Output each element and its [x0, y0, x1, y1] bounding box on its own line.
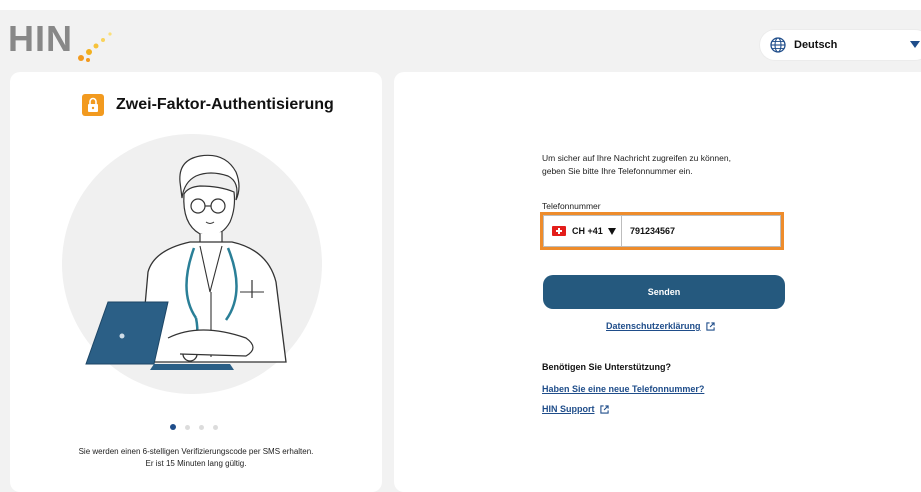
external-link-icon: [599, 404, 609, 414]
logo-text: HIN: [8, 18, 73, 59]
swiss-flag-icon: [552, 226, 566, 236]
external-link-icon: [705, 321, 715, 331]
privacy-link-label: Datenschutzerklärung: [606, 321, 701, 331]
panel-title: Zwei-Faktor-Authentisierung: [116, 96, 334, 113]
info-panel: Zwei-Faktor-Authentisierung Sie werden e…: [10, 72, 382, 492]
privacy-policy-link[interactable]: Datenschutzerklärung: [606, 321, 715, 331]
chevron-down-icon: [910, 41, 920, 48]
carousel-dots: [170, 424, 218, 430]
logo-marks-icon: [78, 32, 112, 62]
new-phone-number-link[interactable]: Haben Sie eine neue Telefonnummer?: [542, 384, 704, 394]
intro-line-1: Um sicher auf Ihre Nachricht zugreifen z…: [542, 153, 731, 163]
globe-icon: [770, 37, 786, 53]
sms-info-caption: Sie werden einen 6-stelligen Verifizieru…: [10, 446, 382, 470]
phone-number-input[interactable]: [630, 226, 770, 236]
carousel-dot-1[interactable]: [170, 424, 176, 430]
caption-line-2: Er ist 15 Minuten lang gültig.: [145, 459, 247, 468]
top-strip-cut: [300, 0, 560, 6]
hin-support-link[interactable]: HIN Support: [542, 404, 609, 414]
carousel-dot-4[interactable]: [213, 424, 218, 430]
intro-text: Um sicher auf Ihre Nachricht zugreifen z…: [542, 152, 802, 178]
top-strip: [0, 0, 921, 10]
intro-line-2: geben Sie bitte Ihre Telefonnummer ein.: [542, 166, 693, 176]
phone-form-panel: Um sicher auf Ihre Nachricht zugreifen z…: [394, 72, 921, 492]
language-selector[interactable]: Deutsch: [760, 30, 921, 60]
language-label: Deutsch: [794, 39, 838, 51]
phone-field: CH +41: [543, 215, 781, 247]
country-code-select[interactable]: CH +41: [544, 216, 622, 246]
hin-logo[interactable]: HIN: [8, 18, 148, 62]
support-link-label: HIN Support: [542, 404, 595, 414]
chevron-down-icon: [607, 227, 616, 235]
carousel-dot-2[interactable]: [185, 424, 190, 430]
send-button[interactable]: Senden: [543, 275, 785, 309]
caption-line-1: Sie werden einen 6-stelligen Verifizieru…: [78, 447, 314, 456]
phone-label: Telefonnummer: [542, 201, 601, 211]
country-code-label: CH +41: [572, 226, 603, 236]
support-heading: Benötigen Sie Unterstützung?: [542, 362, 671, 372]
carousel-dot-3[interactable]: [199, 424, 204, 430]
panel-title-row: Zwei-Faktor-Authentisierung: [82, 94, 334, 116]
doctor-illustration: [85, 154, 287, 370]
lock-icon: [82, 94, 104, 116]
